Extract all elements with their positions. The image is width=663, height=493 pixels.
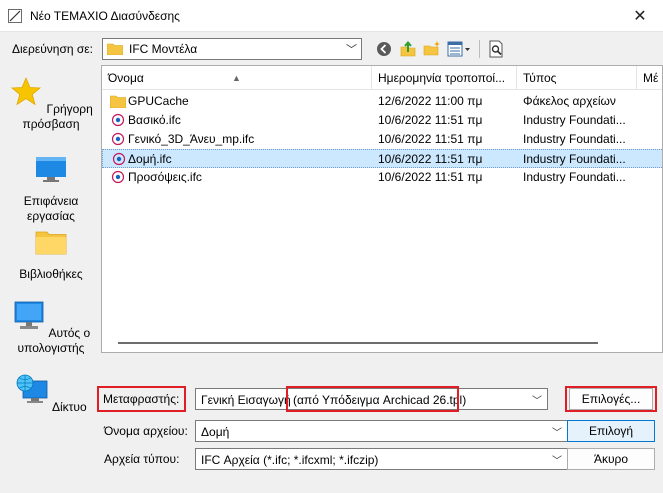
file-type: Industry Foundati... <box>523 170 626 184</box>
network-icon <box>16 374 48 403</box>
toolbar-separator <box>479 40 480 58</box>
place-label: Βιβλιοθήκες <box>19 267 83 281</box>
lookin-combo[interactable]: IFC Μοντέλα ﹀ <box>102 38 362 60</box>
file-name: GPUCache <box>128 94 189 108</box>
column-header-name[interactable]: Όνομα ▲ <box>102 66 372 90</box>
up-folder-icon <box>400 40 416 57</box>
horizontal-scrollbar[interactable] <box>118 342 598 344</box>
filename-input[interactable]: Δομή ﹀ <box>195 420 568 442</box>
folder-icon <box>110 95 126 108</box>
chevron-down-icon: ﹀ <box>346 44 357 56</box>
window-title: Νέο ΤΕΜΑΧΙΟ Διασύνδεσης <box>30 9 180 23</box>
column-header-size[interactable]: Μέ <box>637 66 662 90</box>
place-desktop[interactable]: Επιφάνεια εργασίας <box>7 152 95 224</box>
column-header-date[interactable]: Ημερομηνία τροποποί... <box>372 66 517 90</box>
preview-page-magnifier-icon <box>489 40 503 58</box>
column-header-label: Όνομα <box>108 71 144 85</box>
ifc-file-icon <box>111 170 125 184</box>
ifc-file-icon <box>111 113 125 127</box>
file-name: Γενικό_3D_Άνευ_mp.ifc <box>128 132 255 146</box>
nav-toolbar <box>374 38 507 60</box>
column-header-label: Μέ <box>643 71 659 85</box>
desktop-icon <box>36 157 66 182</box>
ifc-file-icon <box>111 132 125 146</box>
lookin-label: Διερεύνηση σε: <box>12 42 93 56</box>
lookin-value: IFC Μοντέλα <box>129 42 198 56</box>
translator-label: Μεταφραστής: <box>103 392 180 406</box>
chevron-down-icon: ﹀ <box>552 456 562 467</box>
file-date: 10/6/2022 11:51 πμ <box>378 113 483 127</box>
back-button[interactable] <box>374 39 394 59</box>
star-icon <box>11 76 42 106</box>
file-name: Προσόψεις.ifc <box>128 170 202 184</box>
file-row-selected[interactable]: Δομή.ifc 10/6/2022 11:51 πμ Industry Fou… <box>102 149 662 168</box>
new-folder-button[interactable] <box>422 39 442 59</box>
libraries-folder-icon <box>35 231 67 255</box>
place-network[interactable]: Δίκτυο <box>7 373 95 415</box>
file-row[interactable]: Γενικό_3D_Άνευ_mp.ifc 10/6/2022 11:51 πμ… <box>102 130 662 149</box>
back-arrow-icon <box>377 42 391 56</box>
file-row[interactable]: GPUCache 12/6/2022 11:00 πμ Φάκελος αρχε… <box>102 92 662 111</box>
filetype-value: IFC Αρχεία (*.ifc; *.ifcxml; *.ifczip) <box>201 453 379 467</box>
sort-ascending-icon: ▲ <box>232 73 241 83</box>
file-list[interactable]: Όνομα ▲ Ημερομηνία τροποποί... Τύπος Μέ … <box>101 65 663 353</box>
new-folder-icon <box>423 41 440 56</box>
view-menu-icon <box>447 41 470 57</box>
place-libraries[interactable]: Βιβλιοθήκες <box>7 225 95 282</box>
chevron-down-icon: ﹀ <box>552 428 562 439</box>
file-type: Industry Foundati... <box>523 132 626 146</box>
column-header-label: Τύπος <box>523 71 557 85</box>
place-this-pc[interactable]: Αυτός ο υπολογιστής <box>7 299 95 356</box>
preview-button[interactable] <box>487 39 507 59</box>
file-row[interactable]: Βασικό.ifc 10/6/2022 11:51 πμ Industry F… <box>102 111 662 130</box>
close-button[interactable]: ✕ <box>617 0 663 32</box>
file-name: Βασικό.ifc <box>128 113 181 127</box>
places-bar: Γρήγορη πρόσβαση Επιφάνεια εργασίας Βιβλ… <box>7 65 95 435</box>
file-type: Industry Foundati... <box>523 113 626 127</box>
open-button[interactable]: Επιλογή <box>567 420 655 442</box>
column-header-type[interactable]: Τύπος <box>517 66 637 90</box>
computer-icon <box>14 301 44 329</box>
translator-value-main: Γενική Εισαγωγή <box>201 393 291 407</box>
place-quick-access[interactable]: Γρήγορη πρόσβαση <box>7 75 95 132</box>
column-header-row: Όνομα ▲ Ημερομηνία τροποποί... Τύπος Μέ <box>102 66 662 90</box>
file-name: Δομή.ifc <box>128 152 172 166</box>
folder-icon <box>107 43 123 55</box>
close-icon: ✕ <box>633 8 647 25</box>
file-date: 10/6/2022 11:51 πμ <box>378 132 483 146</box>
up-folder-button[interactable] <box>398 39 418 59</box>
file-type: Φάκελος αρχείων <box>523 94 616 108</box>
filename-label: Όνομα αρχείου: <box>104 424 188 438</box>
place-label: Δίκτυο <box>52 400 87 414</box>
filetype-combo[interactable]: IFC Αρχεία (*.ifc; *.ifcxml; *.ifczip) ﹀ <box>195 448 568 470</box>
translator-template-highlight <box>286 386 459 412</box>
file-type: Industry Foundati... <box>523 152 626 166</box>
chevron-down-icon: ﹀ <box>532 396 542 407</box>
options-button[interactable]: Επιλογές... <box>569 388 653 410</box>
view-menu-button[interactable] <box>446 39 472 59</box>
filetype-label: Αρχεία τύπου: <box>104 452 180 466</box>
cancel-button[interactable]: Άκυρο <box>567 448 655 470</box>
ifc-file-icon <box>112 152 126 166</box>
file-row[interactable]: Προσόψεις.ifc 10/6/2022 11:51 πμ Industr… <box>102 168 662 187</box>
place-label: Επιφάνεια εργασίας <box>23 194 79 223</box>
file-date: 10/6/2022 11:51 πμ <box>378 170 483 184</box>
file-date: 12/6/2022 11:00 πμ <box>378 94 483 108</box>
file-date: 10/6/2022 11:51 πμ <box>378 152 483 166</box>
column-header-label: Ημερομηνία τροποποί... <box>378 71 506 85</box>
title-bar: Νέο ΤΕΜΑΧΙΟ Διασύνδεσης ✕ <box>0 0 663 32</box>
filename-value: Δομή <box>201 425 230 439</box>
app-icon <box>8 9 22 23</box>
